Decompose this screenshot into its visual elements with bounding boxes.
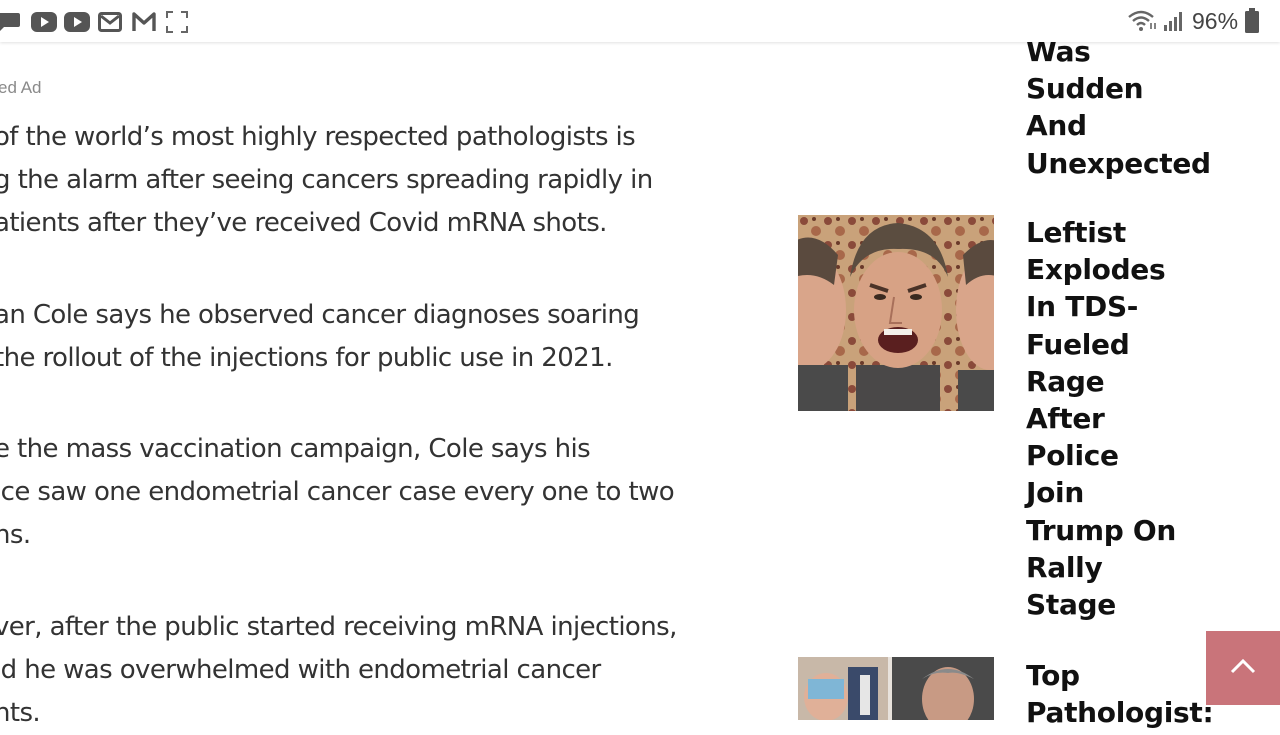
battery-percent: 96% (1192, 8, 1239, 34)
mail-icon (98, 12, 122, 36)
youtube-icon (64, 12, 90, 36)
text-line: e the mass vaccination campaign, Cole sa… (0, 434, 591, 464)
title-line: Rage (1026, 364, 1105, 398)
title-line: Top (1026, 659, 1080, 692)
title-line: Fueled (1026, 327, 1130, 361)
article-paragraph: e the mass vaccination campaign, Cole sa… (0, 428, 675, 557)
text-line: an Cole says he observed cancer diagnose… (0, 300, 640, 330)
signal-icon (1162, 11, 1184, 35)
chevron-up-icon (1230, 658, 1256, 678)
article-paragraph: of the world’s most highly respected pat… (0, 116, 653, 245)
article-paragraph: an Cole says he observed cancer diagnose… (0, 294, 640, 380)
title-line: Police (1026, 439, 1119, 473)
text-line: ver, after the public started receiving … (0, 612, 677, 642)
title-line: Explodes (1026, 253, 1166, 287)
title-line: Rally (1026, 550, 1103, 584)
sidebar-article-title[interactable]: Was Sudden And Unexpected (1026, 33, 1211, 182)
text-line: the rollout of the injections for public… (0, 343, 613, 373)
title-line: In TDS- (1026, 290, 1139, 324)
title-line: And (1026, 109, 1087, 143)
wifi-icon (1127, 9, 1157, 37)
scroll-to-top-button[interactable] (1206, 631, 1280, 705)
chat-icon (0, 11, 22, 37)
title-line: Unexpected (1026, 146, 1211, 180)
title-line: Sudden (1026, 72, 1144, 106)
title-line: Join (1026, 476, 1084, 510)
title-line: Trump On (1026, 513, 1177, 547)
fullscreen-icon (166, 11, 188, 37)
sidebar-article-thumbnail[interactable] (798, 657, 994, 720)
article-paragraph: ver, after the public started receiving … (0, 606, 677, 735)
title-line: After (1026, 401, 1105, 435)
sponsored-ad-label: ed Ad (0, 78, 42, 97)
text-line: nts. (0, 698, 41, 728)
title-line: Stage (1026, 587, 1116, 621)
youtube-icon (31, 12, 57, 36)
gmail-icon (132, 12, 156, 36)
text-line: g the alarm after seeing cancers spreadi… (0, 165, 653, 195)
sidebar-article-title[interactable]: Top Pathologist: (1026, 657, 1214, 731)
battery-icon (1244, 8, 1260, 38)
sidebar-article-title[interactable]: Leftist Explodes In TDS- Fueled Rage Aft… (1026, 214, 1176, 623)
text-line: of the world’s most highly respected pat… (0, 122, 636, 152)
text-line: atients after they’ve received Covid mRN… (0, 208, 607, 238)
title-line: Leftist (1026, 216, 1126, 249)
text-line: hs. (0, 520, 31, 550)
sidebar-article-thumbnail[interactable] (798, 215, 994, 411)
text-line: ice saw one endometrial cancer case ever… (0, 477, 675, 507)
text-line: id he was overwhelmed with endometrial c… (0, 655, 601, 685)
title-line: Pathologist: (1026, 696, 1214, 730)
status-bar: 96% (0, 0, 1280, 42)
